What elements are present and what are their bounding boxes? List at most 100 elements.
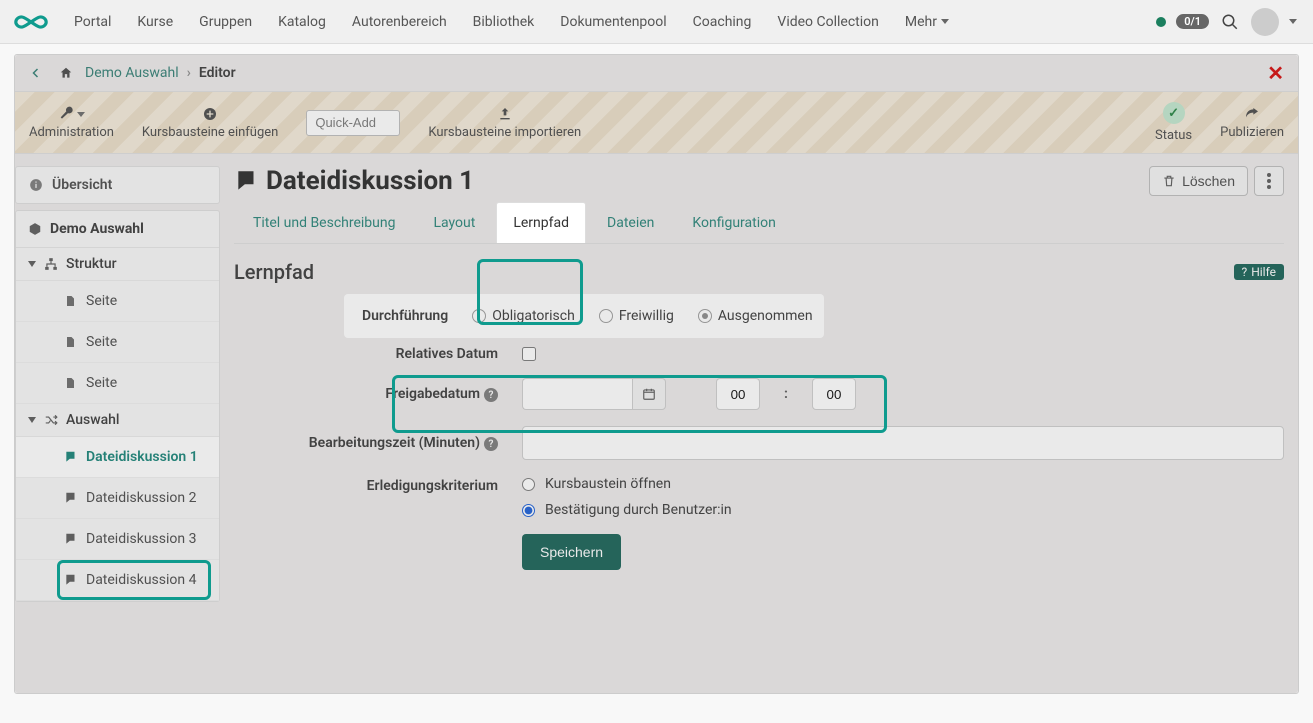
toolbar-insert-label: Kursbausteine einfügen (142, 125, 278, 140)
freigabe-hour-input[interactable] (716, 378, 760, 410)
freigabe-minute-input[interactable] (812, 378, 856, 410)
radio-input[interactable] (522, 504, 535, 517)
caret-down-icon (28, 417, 36, 423)
relatives-datum-checkbox[interactable] (522, 347, 536, 361)
toolbar-import[interactable]: Kursbausteine importieren (428, 105, 581, 140)
logo-infinity-icon (12, 12, 50, 32)
nav-coaching[interactable]: Coaching (681, 4, 764, 40)
lernpfad-form: Durchführung Obligatorisch Freiwillig Au… (234, 294, 1284, 578)
search-icon[interactable] (1219, 11, 1241, 33)
breadcrumb: Demo Auswahl › Editor (25, 62, 236, 84)
info-icon (28, 177, 44, 193)
freigabedatum-label: Freigabedatum? (234, 386, 504, 403)
radio-freiwillig[interactable]: Freiwillig (599, 308, 674, 324)
radio-ausgenommen[interactable]: Ausgenommen (698, 308, 813, 324)
tree-item-dateidiskussion-1[interactable]: Dateidiskussion 1 (16, 437, 219, 478)
nav-bibliothek[interactable]: Bibliothek (461, 4, 547, 40)
tree-item-seite[interactable]: Seite (16, 281, 219, 322)
cube-icon (28, 222, 42, 236)
nav-mehr-label: Mehr (905, 14, 937, 30)
file-icon (64, 376, 78, 390)
radio-kursbaustein-oeffnen[interactable]: Kursbaustein öffnen (522, 476, 732, 492)
tree-item-dateidiskussion-3[interactable]: Dateidiskussion 3 (16, 519, 219, 560)
breadcrumb-back-icon[interactable] (25, 62, 47, 84)
toolbar-insert[interactable]: Kursbausteine einfügen (142, 105, 278, 140)
tree-item-label: Seite (86, 334, 117, 350)
freigabedatum-input[interactable] (522, 378, 632, 410)
file-icon (64, 294, 78, 308)
toolbar-publish[interactable]: Publizieren (1220, 105, 1284, 140)
sidebar-overview[interactable]: Übersicht (15, 166, 220, 204)
toolbar-administration[interactable]: Administration (29, 105, 114, 140)
tree-section-struktur[interactable]: Struktur (16, 248, 219, 281)
nav-autorenbereich[interactable]: Autorenbereich (340, 4, 459, 40)
help-button[interactable]: ? Hilfe (1234, 264, 1284, 280)
help-label: Hilfe (1251, 265, 1276, 279)
breadcrumb-current: Editor (199, 65, 236, 81)
radio-label: Freiwillig (619, 308, 674, 324)
sidebar: Übersicht Demo Auswahl (15, 166, 220, 602)
nav-katalog[interactable]: Katalog (266, 4, 338, 40)
avatar[interactable] (1251, 8, 1279, 36)
toolbar-status[interactable]: ✓ Status (1155, 102, 1192, 143)
radio-bestaetigung-benutzer[interactable]: Bestätigung durch Benutzer:in (522, 502, 732, 518)
radio-icon (599, 309, 613, 323)
tree-item-label: Seite (86, 293, 117, 309)
content-area: Dateidiskussion 1 Löschen (220, 166, 1298, 602)
breadcrumb-row: Demo Auswahl › Editor ✕ (15, 55, 1298, 92)
nav-gruppen[interactable]: Gruppen (187, 4, 264, 40)
radio-icon (472, 309, 486, 323)
upload-icon (497, 105, 513, 123)
tree-section-auswahl[interactable]: Auswahl (16, 404, 219, 437)
tab-lernpfad[interactable]: Lernpfad (496, 202, 586, 243)
tree-item-seite[interactable]: Seite (16, 363, 219, 404)
save-button[interactable]: Speichern (522, 534, 621, 570)
tab-konfiguration[interactable]: Konfiguration (675, 202, 792, 243)
delete-button[interactable]: Löschen (1149, 166, 1248, 196)
help-tooltip-icon[interactable]: ? (484, 437, 498, 451)
radio-label: Bestätigung durch Benutzer:in (545, 502, 732, 518)
radio-label: Obligatorisch (492, 308, 575, 324)
tree-item-seite[interactable]: Seite (16, 322, 219, 363)
tree-item-dateidiskussion-2[interactable]: Dateidiskussion 2 (16, 478, 219, 519)
notification-badge[interactable]: 0/1 (1176, 14, 1209, 29)
tab-dateien[interactable]: Dateien (590, 202, 671, 243)
help-icon: ? (1242, 265, 1248, 279)
close-icon[interactable]: ✕ (1263, 61, 1288, 85)
nav-video-collection[interactable]: Video Collection (765, 4, 890, 40)
tree-root[interactable]: Demo Auswahl (16, 211, 219, 248)
toolbar-import-label: Kursbausteine importieren (428, 125, 581, 140)
caret-down-icon (28, 261, 36, 267)
home-icon[interactable] (55, 62, 77, 84)
radio-input[interactable] (522, 478, 535, 491)
nav-items: Portal Kurse Gruppen Katalog Autorenbere… (62, 4, 961, 40)
tree-item-label: Dateidiskussion 2 (86, 490, 196, 506)
tree-root-label: Demo Auswahl (50, 221, 144, 237)
tab-layout[interactable]: Layout (416, 202, 492, 243)
nav-mehr[interactable]: Mehr (893, 4, 961, 40)
tree-item-dateidiskussion-4[interactable]: Dateidiskussion 4 (16, 560, 219, 601)
erledigung-label: Erledigungskriterium (234, 476, 504, 494)
datepicker-button[interactable] (632, 378, 666, 410)
page-title: Dateidiskussion 1 (266, 166, 474, 196)
toolbar-administration-label: Administration (29, 125, 114, 140)
sitemap-icon (44, 257, 58, 271)
comment-file-icon (64, 573, 78, 587)
section-title: Lernpfad (234, 260, 314, 284)
nav-kurse[interactable]: Kurse (125, 4, 185, 40)
radio-obligatorisch[interactable]: Obligatorisch (472, 308, 575, 324)
file-icon (64, 335, 78, 349)
check-circle-icon: ✓ (1163, 102, 1185, 124)
nav-dokumentenpool[interactable]: Dokumentenpool (548, 4, 678, 40)
more-actions-button[interactable] (1254, 166, 1284, 196)
help-tooltip-icon[interactable]: ? (484, 388, 498, 402)
bearbeitungszeit-input[interactable] (522, 426, 1284, 460)
user-menu-chevron-down-icon[interactable] (1289, 19, 1297, 24)
status-dot-icon (1156, 17, 1166, 27)
breadcrumb-home[interactable]: Demo Auswahl (85, 65, 179, 81)
editor-panel: Demo Auswahl › Editor ✕ Administration K… (14, 54, 1299, 694)
quick-add-input[interactable] (306, 110, 400, 136)
nav-portal[interactable]: Portal (62, 4, 123, 40)
bearbeitungszeit-label: Bearbeitungszeit (Minuten)? (234, 435, 504, 452)
tab-titel[interactable]: Titel und Beschreibung (236, 202, 412, 243)
